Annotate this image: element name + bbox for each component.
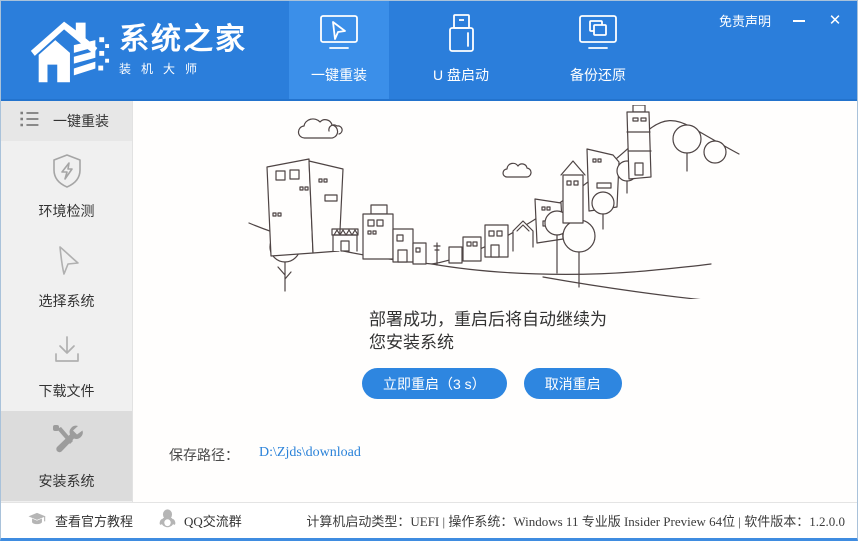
shield-lightning-icon: [47, 151, 87, 196]
sidebar-item-label: 选择系统: [39, 291, 95, 311]
sidebar-item-install-system[interactable]: 安装系统: [1, 411, 132, 501]
sidebar-item-select-system[interactable]: 选择系统: [1, 231, 132, 321]
tab-label: U 盘启动: [433, 65, 489, 85]
qq-penguin-icon: [159, 509, 176, 532]
cancel-restart-button[interactable]: 取消重启: [524, 368, 622, 399]
download-icon: [47, 331, 87, 376]
status-message-line2: 您安装系统: [369, 332, 607, 355]
sidebar-item-download-files[interactable]: 下载文件: [1, 321, 132, 411]
brand-text: 系统之家 装机大师: [119, 23, 247, 77]
status-message: 部署成功，重启后将自动继续为 您安装系统: [369, 309, 607, 355]
sidebar-item-label: 下载文件: [39, 381, 95, 401]
sidebar-item-label: 安装系统: [39, 471, 95, 491]
list-icon: [17, 108, 41, 135]
minimize-button[interactable]: [791, 13, 807, 29]
footer: 查看官方教程 QQ交流群 计算机启动类型：UEFI | 操作系统：Windows…: [1, 502, 857, 538]
top-tabs: 一键重装 U 盘启动: [289, 1, 648, 99]
tab-label: 一键重装: [311, 65, 367, 85]
minimize-icon: [793, 20, 805, 22]
tab-backup-restore[interactable]: 备份还原: [548, 1, 648, 99]
status-message-line1: 部署成功，重启后将自动继续为: [369, 309, 607, 332]
official-tutorial-label: 查看官方教程: [55, 511, 133, 530]
city-illustration: [245, 105, 750, 304]
tab-label: 备份还原: [570, 65, 626, 85]
close-button[interactable]: ✕: [827, 13, 843, 29]
save-path-row: 保存路径： D:\Zjds\download: [169, 445, 361, 465]
restart-now-button[interactable]: 立即重启（3 s）: [362, 368, 507, 399]
tools-icon: [47, 421, 87, 466]
tab-one-key-reinstall[interactable]: 一键重装: [289, 1, 389, 99]
tab-usb-boot[interactable]: U 盘启动: [411, 1, 511, 99]
brand-subtitle: 装机大师: [119, 60, 247, 77]
header-controls: 免责声明 ✕: [719, 11, 843, 30]
sidebar: 一键重装 环境检测 选择系统: [1, 101, 133, 502]
main-content: 部署成功，重启后将自动继续为 您安装系统 立即重启（3 s） 取消重启 保存路径…: [133, 101, 857, 502]
sidebar-item-label: 一键重装: [53, 111, 109, 131]
brand-title: 系统之家: [119, 23, 247, 56]
qq-group-link[interactable]: QQ交流群: [159, 509, 242, 532]
backup-restore-icon: [575, 14, 621, 57]
official-tutorial-link[interactable]: 查看官方教程: [27, 510, 133, 531]
button-row: 立即重启（3 s） 取消重启: [362, 368, 622, 399]
app-window: 系统之家 装机大师 一键重装: [0, 0, 858, 541]
qq-group-label: QQ交流群: [184, 511, 242, 530]
graduation-cap-icon: [27, 510, 47, 531]
header: 系统之家 装机大师 一键重装: [1, 1, 857, 101]
usb-drive-icon: [438, 14, 484, 57]
system-status-bar: 计算机启动类型：UEFI | 操作系统：Windows 11 专业版 Insid…: [272, 511, 845, 530]
save-path-link[interactable]: D:\Zjds\download: [259, 445, 361, 465]
brand: 系统之家 装机大师: [1, 1, 289, 99]
sidebar-item-label: 环境检测: [39, 201, 95, 221]
system-status-text: 计算机启动类型：UEFI | 操作系统：Windows 11 专业版 Insid…: [306, 511, 845, 530]
disclaimer-link[interactable]: 免责声明: [719, 11, 771, 30]
cursor-icon: [47, 241, 87, 286]
monitor-cursor-icon: [316, 14, 362, 57]
sidebar-item-env-check[interactable]: 环境检测: [1, 141, 132, 231]
house-logo-icon: [25, 9, 111, 92]
sidebar-item-one-key-reinstall[interactable]: 一键重装: [1, 101, 132, 141]
save-path-label: 保存路径：: [169, 445, 239, 465]
body-row: 一键重装 环境检测 选择系统: [1, 101, 857, 502]
